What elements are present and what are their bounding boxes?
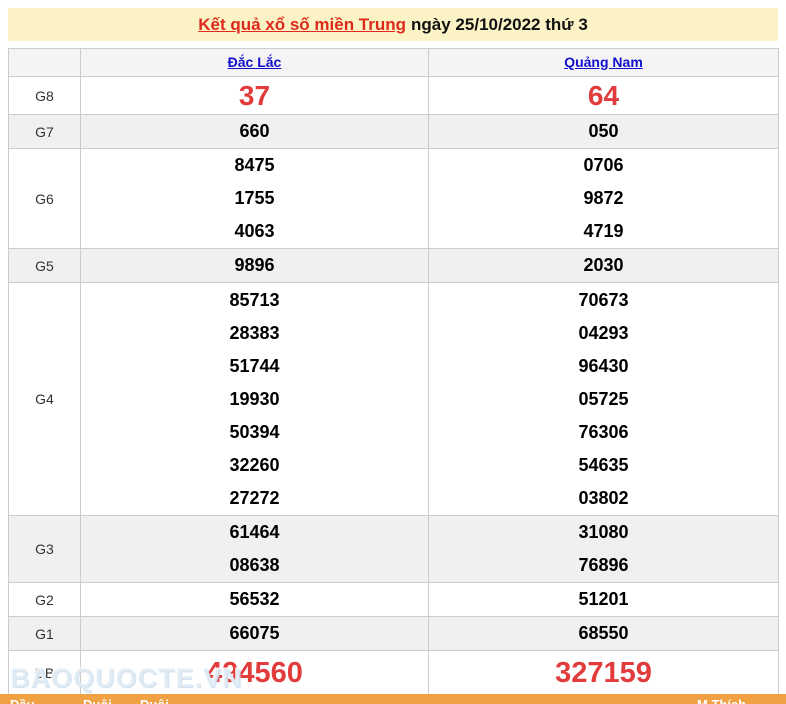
title-banner: Kết quả xổ số miền Trung ngày 25/10/2022… <box>8 8 778 41</box>
result-number: 32260 <box>81 449 428 482</box>
row-g5: G5 9896 2030 <box>9 249 779 283</box>
result-number: 85713 <box>81 284 428 317</box>
row-db-special-prize: ĐB 494560 327159 <box>9 651 779 696</box>
bottom-orange-bar: Đầu Đuôi Đuôi M Thích <box>0 694 786 704</box>
result-number: 327159 <box>429 652 778 695</box>
result-number: 050 <box>429 115 778 148</box>
result-number: 76896 <box>429 549 778 582</box>
row-g2: G2 56532 51201 <box>9 583 779 617</box>
prize-label: G2 <box>9 583 81 617</box>
results-table: Đắc Lắc Quảng Nam G8 37 64 G7 660 050 G6… <box>8 48 779 696</box>
result-number: 8475 <box>81 149 428 182</box>
result-number: 50394 <box>81 416 428 449</box>
prize-label: G6 <box>9 149 81 249</box>
title-link[interactable]: Kết quả xổ số miền Trung <box>198 15 406 35</box>
result-number: 2030 <box>429 249 778 282</box>
column-header-quang-nam: Quảng Nam <box>429 49 779 77</box>
result-number: 1755 <box>81 182 428 215</box>
table-header-row: Đắc Lắc Quảng Nam <box>9 49 779 77</box>
result-number: 27272 <box>81 482 428 515</box>
result-number: 4719 <box>429 215 778 248</box>
result-number: 04293 <box>429 317 778 350</box>
result-number: 68550 <box>429 617 778 650</box>
result-number: 05725 <box>429 383 778 416</box>
clipped-text-fragment: Đuôi <box>140 697 169 704</box>
result-number: 64 <box>429 78 778 114</box>
result-number: 28383 <box>81 317 428 350</box>
prize-label: G8 <box>9 77 81 115</box>
corner-cell <box>9 49 81 77</box>
result-number: 56532 <box>81 583 428 616</box>
prize-label: G5 <box>9 249 81 283</box>
lottery-results-page: Kết quả xổ số miền Trung ngày 25/10/2022… <box>0 0 786 704</box>
clipped-text-fragment: M Thích <box>697 697 746 704</box>
row-g1: G1 66075 68550 <box>9 617 779 651</box>
result-number: 03802 <box>429 482 778 515</box>
prize-label: G1 <box>9 617 81 651</box>
result-number: 0706 <box>429 149 778 182</box>
column-header-dac-lac: Đắc Lắc <box>81 49 429 77</box>
row-g6: G6 8475 1755 4063 0706 9872 4719 <box>9 149 779 249</box>
row-g8: G8 37 64 <box>9 77 779 115</box>
result-number: 19930 <box>81 383 428 416</box>
result-number: 494560 <box>81 652 428 695</box>
row-g4: G4 85713 28383 51744 19930 50394 32260 2… <box>9 283 779 516</box>
result-number: 4063 <box>81 215 428 248</box>
result-number: 08638 <box>81 549 428 582</box>
province-link-quang-nam[interactable]: Quảng Nam <box>564 54 643 70</box>
result-number: 51744 <box>81 350 428 383</box>
clipped-text-fragment: Đầu <box>10 697 35 704</box>
result-number: 96430 <box>429 350 778 383</box>
title-date-text: ngày 25/10/2022 thứ 3 <box>411 15 588 35</box>
result-number: 9872 <box>429 182 778 215</box>
row-g3: G3 61464 08638 31080 76896 <box>9 516 779 583</box>
result-number: 61464 <box>81 516 428 549</box>
prize-label: ĐB <box>9 651 81 696</box>
prize-label: G7 <box>9 115 81 149</box>
clipped-text-fragment: Đuôi <box>83 697 112 704</box>
province-link-dac-lac[interactable]: Đắc Lắc <box>228 54 282 70</box>
prize-label: G4 <box>9 283 81 516</box>
prize-label: G3 <box>9 516 81 583</box>
result-number: 54635 <box>429 449 778 482</box>
result-number: 76306 <box>429 416 778 449</box>
result-number: 9896 <box>81 249 428 282</box>
result-number: 31080 <box>429 516 778 549</box>
row-g7: G7 660 050 <box>9 115 779 149</box>
result-number: 70673 <box>429 284 778 317</box>
result-number: 51201 <box>429 583 778 616</box>
result-number: 66075 <box>81 617 428 650</box>
result-number: 660 <box>81 115 428 148</box>
result-number: 37 <box>81 78 428 114</box>
